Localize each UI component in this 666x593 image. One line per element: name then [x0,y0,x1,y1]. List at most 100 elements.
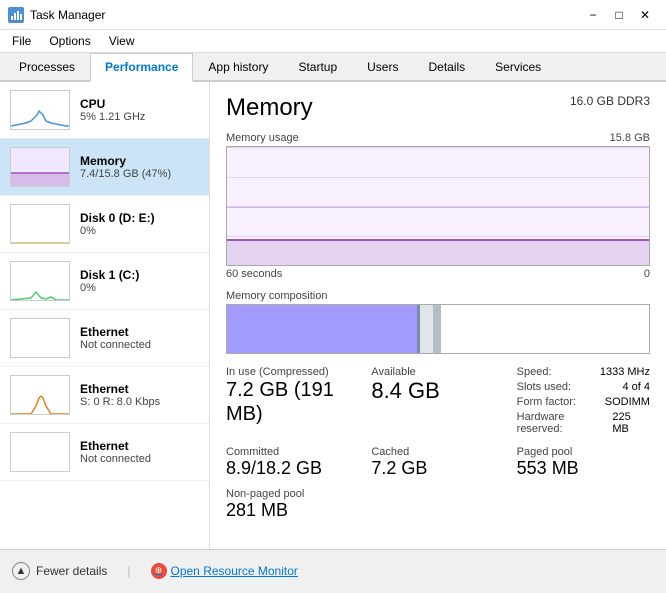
minimize-button[interactable]: − [580,5,606,25]
stat-slots-label: Slots used: [517,381,571,393]
stat-in-use: In use (Compressed) 7.2 GB (191 MB) [226,366,359,438]
menu-file[interactable]: File [4,32,39,50]
ethernet1-thumbnail [10,318,70,358]
fewer-details-label: Fewer details [36,564,107,578]
stat-paged-label: Paged pool [517,446,650,458]
chart-time-end: 0 [644,268,650,280]
tab-details[interactable]: Details [413,53,480,82]
stat-slots-row: Slots used: 4 of 4 [517,381,650,393]
disk1-thumbnail [10,261,70,301]
open-resource-monitor-link[interactable]: ⊕ Open Resource Monitor [151,563,298,579]
app-title: Task Manager [30,8,105,22]
memory-title: Memory [80,154,199,168]
bottom-bar: ▲ Fewer details | ⊕ Open Resource Monito… [0,549,666,591]
stat-paged-value: 553 MB [517,458,650,480]
disk0-info: Disk 0 (D: E:) 0% [80,211,199,237]
stat-committed: Committed 8.9/18.2 GB [226,446,359,480]
sidebar-item-disk0[interactable]: Disk 0 (D: E:) 0% [0,196,209,253]
ethernet2-sub: S: 0 R: 8.0 Kbps [80,396,199,408]
menu-options[interactable]: Options [41,32,98,50]
stat-cached-label: Cached [371,446,504,458]
menu-bar: File Options View [0,30,666,53]
stat-in-use-value: 7.2 GB (191 MB) [226,378,359,426]
menu-view[interactable]: View [101,32,143,50]
stat-form-label: Form factor: [517,396,576,408]
chart-label: Memory usage [226,132,299,144]
ethernet3-info: Ethernet Not connected [80,439,199,465]
window-controls: − □ ✕ [580,5,658,25]
stat-slots-value: 4 of 4 [622,381,650,393]
sidebar-item-ethernet3[interactable]: Ethernet Not connected [0,424,209,481]
stat-hw-label: Hardware reserved: [517,411,613,435]
stat-form-value: SODIMM [605,396,650,408]
detail-spec: 16.0 GB DDR3 [570,94,650,108]
usage-fill [227,241,649,265]
stat-in-use-label: In use (Compressed) [226,366,359,378]
fewer-details-button[interactable]: ▲ Fewer details [12,562,107,580]
sidebar-item-disk1[interactable]: Disk 1 (C:) 0% [0,253,209,310]
sidebar-item-ethernet2[interactable]: Ethernet S: 0 R: 8.0 Kbps [0,367,209,424]
title-bar: Task Manager − □ ✕ [0,0,666,30]
stat-nonpaged-value: 281 MB [226,500,359,522]
tab-processes[interactable]: Processes [4,53,90,82]
cpu-sub: 5% 1.21 GHz [80,111,199,123]
sidebar-item-memory[interactable]: Memory 7.4/15.8 GB (47%) [0,139,209,196]
stat-committed-label: Committed [226,446,359,458]
detail-header: Memory 16.0 GB DDR3 [226,94,650,122]
stat-hw-row: Hardware reserved: 225 MB [517,411,650,435]
ethernet3-sub: Not connected [80,453,199,465]
disk0-sub: 0% [80,225,199,237]
ethernet2-thumbnail [10,375,70,415]
stat-form-row: Form factor: SODIMM [517,396,650,408]
tab-services[interactable]: Services [480,53,556,82]
close-button[interactable]: ✕ [632,5,658,25]
ethernet3-thumbnail [10,432,70,472]
comp-free-bar [441,305,649,353]
stat-available: Available 8.4 GB [371,366,504,438]
stat-hw-value: 225 MB [612,411,650,435]
ethernet3-title: Ethernet [80,439,199,453]
ethernet2-info: Ethernet S: 0 R: 8.0 Kbps [80,382,199,408]
stat-speed-value: 1333 MHz [600,366,650,378]
resource-monitor-icon: ⊕ [151,563,167,579]
stat-nonpaged-label: Non-paged pool [226,488,359,500]
ethernet1-sub: Not connected [80,339,199,351]
stat-available-label: Available [371,366,504,378]
stat-cached-value: 7.2 GB [371,458,504,480]
memory-info: Memory 7.4/15.8 GB (47%) [80,154,199,180]
ethernet1-info: Ethernet Not connected [80,325,199,351]
chart-time-start: 60 seconds [226,268,282,280]
sidebar-item-ethernet1[interactable]: Ethernet Not connected [0,310,209,367]
memory-composition-section: Memory composition [226,290,650,354]
comp-standby-bar [433,305,441,353]
stat-cached: Cached 7.2 GB [371,446,504,480]
sidebar: CPU 5% 1.21 GHz Memory 7.4/15.8 GB (47%) [0,82,210,549]
stat-available-value: 8.4 GB [371,378,504,404]
stat-speed-row: Speed: 1333 MHz [517,366,650,378]
open-rm-label: Open Resource Monitor [171,564,298,578]
maximize-button[interactable]: □ [606,5,632,25]
composition-chart [226,304,650,354]
comp-in-use-bar [227,305,417,353]
disk1-info: Disk 1 (C:) 0% [80,268,199,294]
separator: | [127,564,130,578]
tab-users[interactable]: Users [352,53,413,82]
right-stats: Speed: 1333 MHz Slots used: 4 of 4 Form … [517,366,650,438]
tab-performance[interactable]: Performance [90,53,193,82]
detail-panel: Memory 16.0 GB DDR3 Memory usage 15.8 GB [210,82,666,549]
memory-sub: 7.4/15.8 GB (47%) [80,168,199,180]
stat-committed-value: 8.9/18.2 GB [226,458,359,480]
comp-modified-bar [420,305,433,353]
memory-thumbnail [10,147,70,187]
stat-speed-label: Speed: [517,366,552,378]
tab-app-history[interactable]: App history [193,53,283,82]
disk1-sub: 0% [80,282,199,294]
sidebar-item-cpu[interactable]: CPU 5% 1.21 GHz [0,82,209,139]
cpu-title: CPU [80,97,199,111]
chart-max: 15.8 GB [610,132,650,144]
ethernet1-title: Ethernet [80,325,199,339]
stat-paged-pool: Paged pool 553 MB [517,446,650,480]
stats-grid: In use (Compressed) 7.2 GB (191 MB) Avai… [226,366,650,521]
cpu-thumbnail [10,90,70,130]
tab-startup[interactable]: Startup [283,53,352,82]
